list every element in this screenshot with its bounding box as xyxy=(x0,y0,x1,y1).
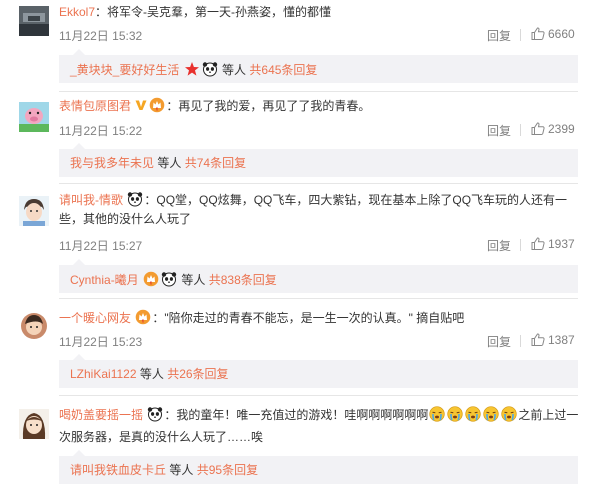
thumbs-up-icon xyxy=(531,237,545,250)
reply-button[interactable]: 回复 xyxy=(487,27,511,44)
thumbs-up-icon xyxy=(531,333,545,346)
reply-box-pointer xyxy=(73,450,85,456)
comment-body: 表情包原图君 ：再见了我的爱，再见了了我的青春。 xyxy=(59,97,371,113)
comment-text: QQ堂，QQ炫舞，QQ飞车，四大紫钻，现在基本上除了QQ飞车玩的人还有一 xyxy=(156,193,568,207)
comment-divider xyxy=(59,91,578,92)
panda-emoji-icon xyxy=(202,61,218,77)
thumbs-up-icon xyxy=(531,122,545,135)
panda-emoji-icon xyxy=(161,271,177,287)
crying-emoji-icon xyxy=(465,406,481,422)
comment-username[interactable]: Ekkol7 xyxy=(59,5,95,19)
reply-box-pointer xyxy=(73,49,85,55)
reply-summary-box[interactable]: 请叫我铁血皮卡丘 等人 共95条回复 xyxy=(59,450,578,484)
reply-username[interactable]: 请叫我铁血皮卡丘 xyxy=(70,463,166,477)
reply-summary-box[interactable]: _黄块块_要好好生活 等人 共645条回复 xyxy=(59,49,578,83)
like-count: 1937 xyxy=(548,237,575,251)
comment-body: 请叫我-情歌 ：QQ堂，QQ炫舞，QQ飞车，四大紫钻，现在基本上除了QQ飞车玩的… xyxy=(59,191,568,207)
avatar[interactable] xyxy=(19,311,49,341)
reply-summary-box[interactable]: Cynthia-曦月 等人 共838条回复 xyxy=(59,259,578,293)
like-count: 2399 xyxy=(548,122,575,136)
reply-box-pointer xyxy=(73,143,85,149)
crown-badge-icon xyxy=(143,271,159,287)
comment-text-continued: 次服务器，是真的没什么人玩了……唉 xyxy=(59,430,264,444)
like-button[interactable]: 2399 xyxy=(531,122,575,136)
reply-count-link[interactable]: 共26条回复 xyxy=(167,367,228,381)
comment-username[interactable]: 一个暖心网友 xyxy=(59,311,131,325)
divider xyxy=(520,239,521,251)
reply-count-link[interactable]: 共645条回复 xyxy=(249,63,317,77)
crying-emoji-icon xyxy=(483,406,499,422)
crying-emoji-icon xyxy=(447,406,463,422)
crown-badge-icon xyxy=(149,97,165,113)
comment-username[interactable]: 请叫我-情歌 xyxy=(59,193,123,207)
comment-username[interactable]: 表情包原图君 xyxy=(59,99,131,113)
red-star-icon xyxy=(184,61,200,77)
panda-emoji-icon xyxy=(147,406,163,422)
comment-text: 我的童年！唯一充值过的游戏！哇啊啊啊啊啊啊 xyxy=(176,408,429,422)
avatar[interactable] xyxy=(19,196,49,226)
like-button[interactable]: 6660 xyxy=(531,27,575,41)
comment-body: 喝奶盖要摇一摇 ：我的童年！唯一充值过的游戏！哇啊啊啊啊啊啊 之前上过一 xyxy=(59,406,579,422)
avatar[interactable] xyxy=(19,102,49,132)
reply-summary-box[interactable]: 我与我多年未见 等人 共74条回复 xyxy=(59,143,578,177)
vip-badge-icon xyxy=(135,99,147,111)
reply-box-pointer xyxy=(73,259,85,265)
reply-count-link[interactable]: 共838条回复 xyxy=(209,273,277,287)
divider xyxy=(520,124,521,136)
comment-text: 再见了我的爱，再见了了我的青春。 xyxy=(178,99,371,113)
avatar[interactable] xyxy=(19,6,49,36)
divider xyxy=(520,335,521,347)
reply-username[interactable]: Cynthia-曦月 xyxy=(70,273,139,287)
comment-divider xyxy=(59,298,578,299)
divider xyxy=(520,29,521,41)
comment-timestamp: 11月22日 15:23 xyxy=(59,335,143,349)
comment-divider xyxy=(59,395,578,396)
crying-emoji-icon xyxy=(429,406,445,422)
comment-body: 一个暖心网友 ："陪你走过的青春不能忘，是一生一次的认真。" 摘自贴吧 xyxy=(59,309,465,325)
reply-username[interactable]: _黄块块_要好好生活 xyxy=(70,63,179,77)
like-count: 1387 xyxy=(548,333,575,347)
like-count: 6660 xyxy=(548,27,575,41)
avatar[interactable] xyxy=(19,409,49,439)
reply-count-link[interactable]: 共95条回复 xyxy=(197,463,258,477)
crying-emoji-icon xyxy=(501,406,517,422)
comment-divider xyxy=(59,183,578,184)
comment-username[interactable]: 喝奶盖要摇一摇 xyxy=(59,408,143,422)
reply-username[interactable]: 我与我多年未见 xyxy=(70,156,154,170)
reply-button[interactable]: 回复 xyxy=(487,237,511,254)
comment-text: "陪你走过的青春不能忘，是一生一次的认真。" 摘自贴吧 xyxy=(164,311,465,325)
comment-body: Ekkol7：将军令-吴克羣，第一天-孙燕姿，懂的都懂 xyxy=(59,5,332,19)
reply-count-link[interactable]: 共74条回复 xyxy=(185,156,246,170)
crown-badge-icon xyxy=(135,309,151,325)
reply-summary-box[interactable]: LZhiKai1122 等人 共26条回复 xyxy=(59,354,578,388)
comment-text: 将军令-吴克羣，第一天-孙燕姿，懂的都懂 xyxy=(107,5,332,19)
reply-button[interactable]: 回复 xyxy=(487,333,511,350)
comment-timestamp: 11月22日 15:27 xyxy=(59,239,143,253)
comment-timestamp: 11月22日 15:22 xyxy=(59,124,143,138)
comment-timestamp: 11月22日 15:32 xyxy=(59,29,143,43)
reply-box-pointer xyxy=(73,354,85,360)
thumbs-up-icon xyxy=(531,27,545,40)
reply-username[interactable]: LZhiKai1122 xyxy=(70,367,137,381)
panda-emoji-icon xyxy=(127,191,143,207)
reply-button[interactable]: 回复 xyxy=(487,122,511,139)
like-button[interactable]: 1387 xyxy=(531,333,575,347)
like-button[interactable]: 1937 xyxy=(531,237,575,251)
comment-text-continued: 些，其他的没什么人玩了 xyxy=(59,212,192,226)
